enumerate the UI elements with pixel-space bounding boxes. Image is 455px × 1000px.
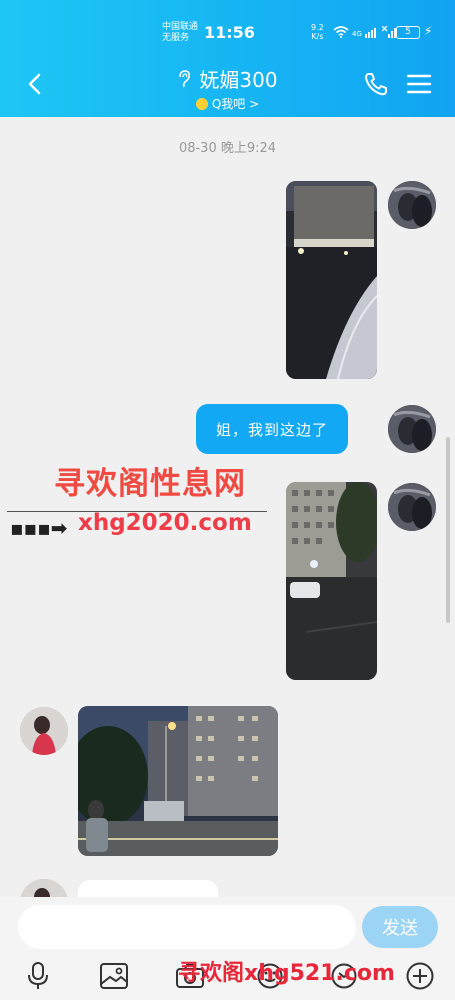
- send-button[interactable]: 发送: [362, 906, 438, 948]
- mic-icon[interactable]: [22, 961, 54, 991]
- carrier-status: 无服务: [162, 33, 190, 43]
- message-timestamp: 08-30 晚上9:24: [178, 141, 277, 156]
- watermark-title: 寻欢阁性息网: [54, 466, 246, 502]
- contact-name: 妩媚300: [199, 68, 278, 92]
- clock: 11:56: [204, 23, 255, 42]
- image-message-night-street[interactable]: [286, 181, 377, 379]
- ear-icon: [179, 69, 191, 87]
- image-icon[interactable]: [98, 961, 130, 991]
- photo-night-street: [286, 181, 377, 379]
- plus-icon[interactable]: [404, 961, 436, 991]
- avatar-image: [20, 707, 68, 755]
- nav-bar: 妩媚300 Q我吧 >: [0, 60, 455, 112]
- net-speed: 9.2 K/s: [311, 23, 324, 41]
- avatar-image: [388, 405, 436, 453]
- avatar-image: [20, 879, 68, 897]
- watermark-bottom: 寻欢阁xhg521.com: [178, 961, 395, 986]
- avatar-image: [388, 181, 436, 229]
- my-avatar[interactable]: [388, 483, 436, 531]
- status-bar: 中国联通 无服务 11:56 9.2 K/s 4G 5 ⚡: [0, 20, 455, 50]
- wifi-icon: [333, 26, 349, 38]
- contact-avatar[interactable]: [20, 707, 68, 755]
- subtitle-text: Q我吧 >: [211, 97, 260, 111]
- net-speed-value: 9.2: [311, 23, 324, 32]
- contact-avatar[interactable]: [20, 879, 68, 897]
- smile-icon: [195, 97, 208, 110]
- carrier-name: 中国联通: [162, 22, 199, 32]
- signal-icons: 4G: [333, 26, 398, 38]
- watermark-arrow-icon: ▪▪▪➡: [10, 516, 68, 540]
- chat-title: 妩媚300: [177, 64, 278, 93]
- network-type: 4G: [352, 30, 362, 38]
- chat-subtitle[interactable]: Q我吧 >: [195, 95, 260, 112]
- text-message-bubble[interactable]: [78, 880, 218, 897]
- avatar-image: [388, 483, 436, 531]
- input-bar: 发送 寻欢阁xhg521.com: [0, 897, 455, 1000]
- charging-icon: ⚡: [424, 24, 433, 38]
- image-message-street-view[interactable]: [78, 706, 278, 856]
- image-message-parking-lot[interactable]: [286, 482, 377, 680]
- phone-icon[interactable]: [362, 70, 390, 98]
- message-list[interactable]: 08-30 晚上9:24 姐，我到这边了: [0, 117, 455, 897]
- watermark-url: xhg2020.com: [78, 510, 252, 536]
- carrier-info: 中国联通 无服务: [162, 22, 198, 44]
- my-avatar[interactable]: [388, 405, 436, 453]
- net-speed-unit: K/s: [311, 32, 324, 41]
- chat-header: 中国联通 无服务 11:56 9.2 K/s 4G 5 ⚡ 妩媚300 Q我吧 …: [0, 0, 455, 117]
- cell-signal-icon: [364, 28, 376, 38]
- scrollbar[interactable]: [446, 437, 450, 623]
- menu-icon[interactable]: [406, 72, 432, 96]
- text-message-bubble[interactable]: 姐，我到这边了: [196, 404, 348, 454]
- photo-street-view: [78, 706, 278, 856]
- message-input[interactable]: [18, 905, 356, 949]
- battery-icon: 5: [396, 26, 420, 39]
- my-avatar[interactable]: [388, 181, 436, 229]
- photo-parking-lot: [286, 482, 377, 680]
